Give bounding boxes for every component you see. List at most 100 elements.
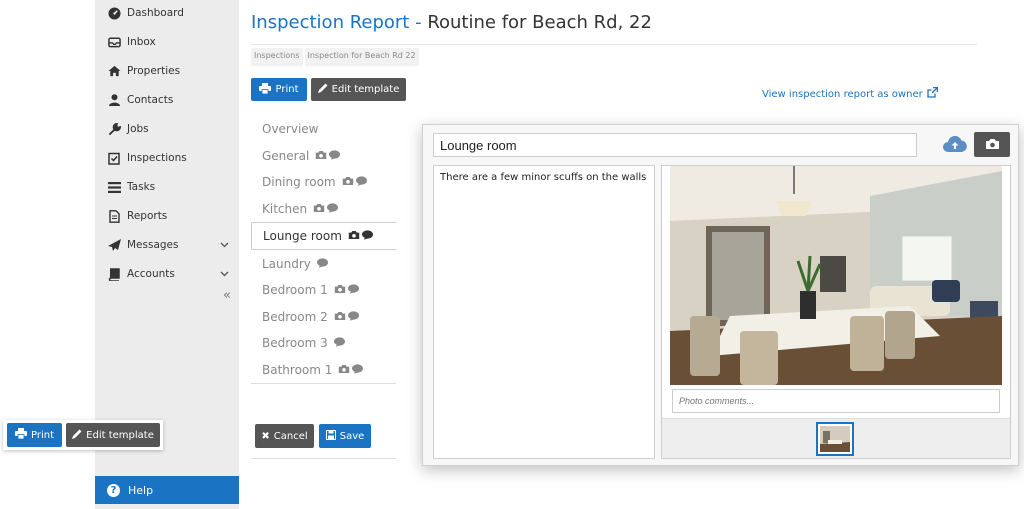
room-list-item[interactable]: General xyxy=(251,143,396,170)
room-label: Bedroom 1 xyxy=(262,283,328,298)
help-label: Help xyxy=(128,483,154,497)
camera-icon xyxy=(334,310,346,324)
collapse-sidebar-icon[interactable]: « xyxy=(223,288,231,303)
camera-icon xyxy=(313,202,325,216)
app-root: Dashboard Inbox Properties Contacts Jobs… xyxy=(0,0,1024,509)
add-photo-button[interactable] xyxy=(974,132,1010,157)
chevron-down-icon[interactable] xyxy=(220,239,229,251)
notes-textarea[interactable]: There are a few minor scuffs on the wall… xyxy=(433,165,655,459)
print-label: Print xyxy=(30,429,54,441)
room-list-divider xyxy=(251,383,396,384)
room-list-item[interactable]: Overview xyxy=(251,116,396,143)
edit-template-label: Edit template xyxy=(331,84,400,95)
camera-icon xyxy=(315,149,327,163)
room-detail-panel: There are a few minor scuffs on the wall… xyxy=(422,124,1019,466)
save-label: Save xyxy=(339,430,365,442)
room-status-icons xyxy=(334,283,359,297)
pencil-icon xyxy=(72,429,82,442)
camera-icon xyxy=(334,283,346,297)
room-status-icons xyxy=(334,310,359,324)
room-name-field[interactable] xyxy=(433,133,917,157)
page-title: Inspection Report - Routine for Beach Rd… xyxy=(251,12,652,33)
room-status-icons xyxy=(333,336,345,350)
camera-icon xyxy=(338,363,350,377)
room-list-item[interactable]: Dining room xyxy=(251,169,396,196)
sidebar-item-inspections[interactable]: Inspections xyxy=(95,146,239,170)
sidebar-item-accounts[interactable]: Accounts xyxy=(95,262,239,286)
sidebar-item-contacts[interactable]: Contacts xyxy=(95,88,239,112)
sidebar-item-label: Inspections xyxy=(127,152,187,164)
print-button[interactable]: Print xyxy=(251,78,307,101)
room-label: Bathroom 1 xyxy=(262,363,333,378)
room-label: Bedroom 3 xyxy=(262,336,328,351)
thumbnail-strip xyxy=(662,418,1010,458)
breadcrumb-item[interactable]: Inspections xyxy=(251,48,303,66)
breadcrumb-item[interactable]: Inspection for Beach Rd 22 xyxy=(304,48,419,66)
sidebar-item-label: Properties xyxy=(127,65,181,77)
form-divider xyxy=(251,458,396,459)
camera-icon xyxy=(985,135,1000,154)
close-icon: ✖ xyxy=(261,430,270,442)
sidebar-item-properties[interactable]: Properties xyxy=(95,59,239,83)
floating-toolbar: Print Edit template xyxy=(3,420,163,450)
paper-plane-icon xyxy=(107,238,121,252)
sidebar-item-label: Accounts xyxy=(127,268,175,280)
sidebar-item-messages[interactable]: Messages xyxy=(95,233,239,257)
edit-template-button[interactable]: Edit template xyxy=(311,78,406,101)
sidebar-item-inbox[interactable]: Inbox xyxy=(95,30,239,54)
room-list-item[interactable]: Lounge room xyxy=(251,222,396,251)
owner-link-label: View inspection report as owner xyxy=(762,88,923,100)
sidebar-item-jobs[interactable]: Jobs xyxy=(95,117,239,141)
edit-template-button[interactable]: Edit template xyxy=(66,423,160,447)
comment-icon xyxy=(327,202,339,216)
room-label: Dining room xyxy=(262,175,336,190)
sidebar-item-label: Jobs xyxy=(127,123,149,135)
home-icon xyxy=(107,64,121,78)
print-button[interactable]: Print xyxy=(7,423,62,447)
view-as-owner-link[interactable]: View inspection report as owner xyxy=(762,86,938,101)
photo-thumbnail[interactable] xyxy=(816,422,854,456)
room-status-icons xyxy=(342,175,367,189)
room-photo[interactable] xyxy=(670,166,1002,385)
save-button[interactable]: Save xyxy=(319,424,371,448)
list-icon xyxy=(107,180,121,194)
cloud-upload-icon[interactable] xyxy=(942,135,968,157)
room-list-item[interactable]: Kitchen xyxy=(251,196,396,223)
room-status-icons xyxy=(315,149,341,163)
wrench-icon xyxy=(107,122,121,136)
comment-icon xyxy=(361,229,373,243)
printer-icon xyxy=(14,428,27,442)
sidebar-item-label: Dashboard xyxy=(127,7,184,19)
checkbox-icon xyxy=(107,151,121,165)
photo-area xyxy=(661,165,1011,459)
floppy-disk-icon xyxy=(325,429,336,443)
question-circle-icon: ? xyxy=(107,483,120,497)
cancel-button[interactable]: ✖ Cancel xyxy=(255,424,314,448)
sidebar-item-label: Reports xyxy=(127,210,168,222)
room-list-item[interactable]: Bathroom 1 xyxy=(251,357,396,384)
photo-comments-field[interactable] xyxy=(672,389,1000,413)
room-label: Lounge room xyxy=(263,229,342,244)
sidebar-item-reports[interactable]: Reports xyxy=(95,204,239,228)
edit-template-label: Edit template xyxy=(86,429,154,441)
printer-icon xyxy=(259,82,272,97)
sidebar-item-tasks[interactable]: Tasks xyxy=(95,175,239,199)
help-button[interactable]: ? Help xyxy=(95,476,239,504)
room-status-icons xyxy=(316,257,328,271)
sidebar-item-label: Contacts xyxy=(127,94,174,106)
room-list-item[interactable]: Bedroom 1 xyxy=(251,277,396,304)
pencil-icon xyxy=(317,83,328,96)
sidebar-item-label: Inbox xyxy=(127,36,156,48)
room-label: Laundry xyxy=(262,256,311,271)
tachometer-icon xyxy=(107,6,121,20)
camera-icon xyxy=(348,229,360,243)
breadcrumb: Inspections Inspection for Beach Rd 22 xyxy=(251,48,419,66)
inbox-icon xyxy=(107,35,121,49)
sidebar-item-dashboard[interactable]: Dashboard xyxy=(95,1,239,25)
room-label: Overview xyxy=(262,122,319,137)
sidebar-item-label: Tasks xyxy=(127,181,156,193)
room-list-item[interactable]: Bedroom 3 xyxy=(251,330,396,357)
room-list-item[interactable]: Laundry xyxy=(251,250,396,277)
room-list-item[interactable]: Bedroom 2 xyxy=(251,304,396,331)
chevron-down-icon[interactable] xyxy=(220,268,229,280)
